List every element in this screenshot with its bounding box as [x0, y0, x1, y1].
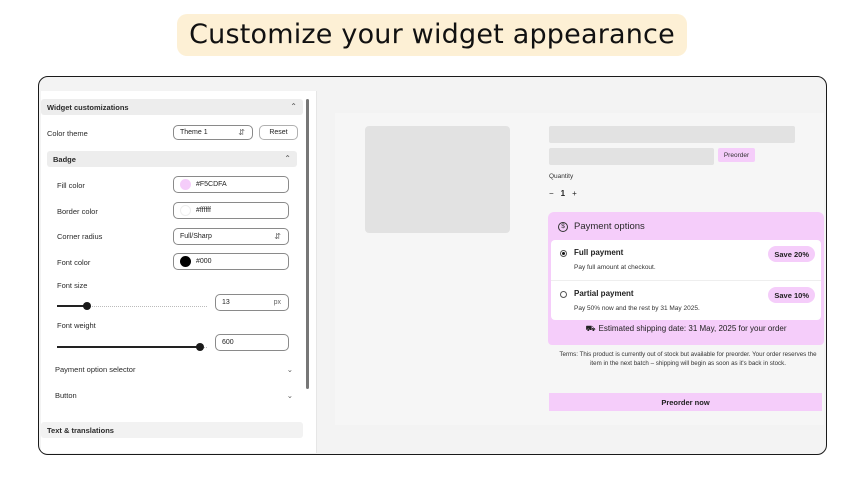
- button-row[interactable]: Button ⌄: [55, 391, 293, 405]
- font-color-value: #000: [196, 258, 212, 265]
- border-color-value: #ffffff: [196, 207, 211, 214]
- font-weight-input[interactable]: 600: [215, 334, 289, 351]
- option-description: Pay 50% now and the rest by 31 May 2025.: [574, 305, 700, 312]
- quantity-stepper[interactable]: − 1 +: [549, 189, 577, 198]
- radio-unselected[interactable]: [560, 291, 567, 298]
- savings-badge: Save 10%: [768, 287, 815, 303]
- badge-header[interactable]: Badge ⌃: [47, 151, 297, 167]
- payment-options-box: $ Payment options Full payment Pay full …: [548, 212, 824, 345]
- corner-radius-label: Corner radius: [57, 232, 103, 241]
- font-weight-label: Font weight: [57, 321, 96, 330]
- font-size-label: Font size: [57, 281, 88, 290]
- option-full-payment[interactable]: Full payment Pay full amount at checkout…: [551, 240, 821, 280]
- shipping-estimate: ⛟ Estimated shipping date: 31 May, 2025 f…: [548, 324, 824, 334]
- qty-plus-button[interactable]: +: [572, 189, 577, 198]
- chevron-up-icon: ⌃: [290, 102, 297, 111]
- text-translations-label: Text & translations: [47, 425, 114, 435]
- fill-color-value: #F5CDFA: [196, 181, 227, 188]
- font-size-value: 13: [222, 299, 230, 306]
- font-size-unit: px: [273, 299, 281, 306]
- reset-button[interactable]: Reset: [259, 125, 298, 140]
- qty-minus-button[interactable]: −: [549, 189, 554, 198]
- option-partial-payment[interactable]: Partial payment Pay 50% now and the rest…: [551, 280, 821, 320]
- border-color-swatch[interactable]: [180, 205, 191, 216]
- page-headline: Customize your widget appearance: [177, 14, 687, 56]
- slider-fill: [57, 346, 200, 348]
- text-translations-header[interactable]: Text & translations: [41, 422, 303, 438]
- font-weight-slider[interactable]: [57, 343, 207, 353]
- updown-icon: ⇵: [274, 232, 281, 241]
- payment-option-selector-label: Payment option selector: [55, 365, 136, 374]
- section-title: Widget customizations: [47, 102, 129, 112]
- badge-title: Badge: [53, 154, 76, 164]
- slider-handle[interactable]: [196, 343, 204, 351]
- fill-color-input[interactable]: #F5CDFA: [173, 176, 289, 193]
- chevron-up-icon: ⌃: [284, 154, 291, 163]
- savings-badge: Save 20%: [768, 246, 815, 262]
- qty-value: 1: [560, 189, 566, 198]
- panel-scrollbar[interactable]: [306, 99, 309, 389]
- color-theme-value: Theme 1: [180, 129, 208, 136]
- option-name: Full payment: [574, 248, 624, 257]
- color-theme-select[interactable]: Theme 1 ⇵: [173, 125, 253, 140]
- truck-icon: ⛟: [585, 324, 596, 333]
- option-description: Pay full amount at checkout.: [574, 264, 656, 271]
- font-color-swatch[interactable]: [180, 256, 191, 267]
- widget-preview: Preorder Quantity − 1 + $ Payment option…: [335, 113, 824, 425]
- quantity-label: Quantity: [549, 173, 574, 180]
- chevron-down-icon: ⌄: [286, 365, 293, 374]
- color-theme-label: Color theme: [47, 129, 88, 138]
- headline-wrap: Customize your widget appearance: [0, 14, 864, 56]
- terms-text: Terms: This product is currently out of …: [559, 351, 817, 367]
- shipping-text: Estimated shipping date: 31 May, 2025 fo…: [598, 324, 787, 333]
- border-color-label: Border color: [57, 207, 98, 216]
- preorder-badge: Preorder: [718, 148, 755, 162]
- preorder-now-button[interactable]: Preorder now: [549, 393, 822, 411]
- font-color-input[interactable]: #000: [173, 253, 289, 270]
- corner-radius-value: Full/Sharp: [180, 233, 212, 240]
- product-image-placeholder: [365, 126, 510, 233]
- payment-option-selector-row[interactable]: Payment option selector ⌄: [55, 365, 293, 379]
- settings-panel: Widget customizations ⌃ Color theme Them…: [41, 91, 317, 453]
- radio-selected[interactable]: [560, 250, 567, 257]
- dollar-circle-icon: $: [558, 221, 568, 232]
- fill-color-label: Fill color: [57, 181, 85, 190]
- option-name: Partial payment: [574, 289, 634, 298]
- widget-customizations-header[interactable]: Widget customizations ⌃: [41, 99, 303, 115]
- updown-icon: ⇵: [238, 128, 245, 137]
- price-placeholder: [549, 148, 714, 165]
- title-placeholder: [549, 126, 795, 143]
- font-color-label: Font color: [57, 258, 91, 267]
- font-weight-value: 600: [222, 339, 234, 346]
- slider-handle[interactable]: [83, 302, 91, 310]
- app-window: Widget customizations ⌃ Color theme Them…: [38, 76, 827, 455]
- button-section-label: Button: [55, 391, 77, 400]
- font-size-input[interactable]: 13 px: [215, 294, 289, 311]
- fill-color-swatch[interactable]: [180, 179, 191, 190]
- payment-options-label: Payment options: [574, 221, 645, 232]
- corner-radius-select[interactable]: Full/Sharp ⇵: [173, 228, 289, 245]
- border-color-input[interactable]: #ffffff: [173, 202, 289, 219]
- payment-options-list: Full payment Pay full amount at checkout…: [551, 240, 821, 320]
- payment-options-title: $ Payment options: [558, 221, 645, 232]
- chevron-down-icon: ⌄: [286, 391, 293, 400]
- font-size-slider[interactable]: [57, 302, 207, 312]
